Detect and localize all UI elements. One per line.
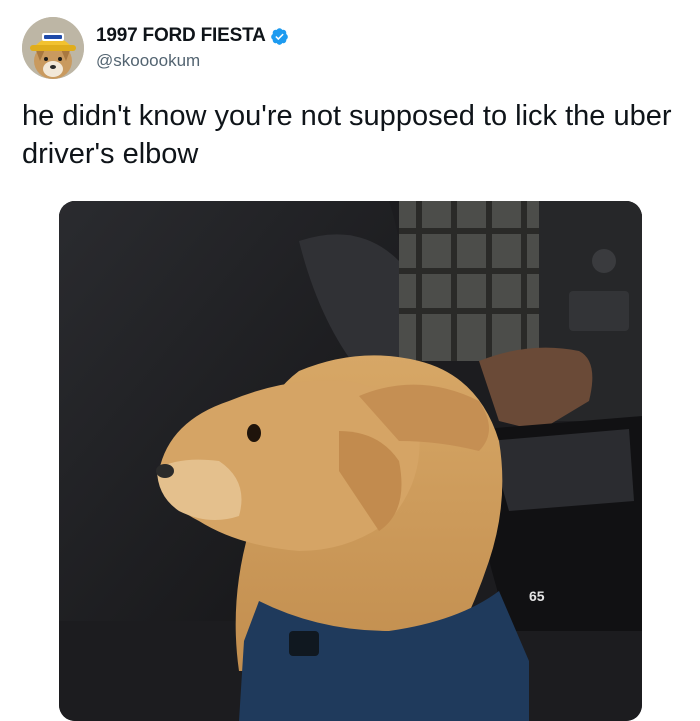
photo-overlay-text: 65 bbox=[529, 588, 545, 604]
tweet-header: 1997 FORD FIESTA @skooookum bbox=[22, 17, 289, 79]
tweet-text: he didn't know you're not supposed to li… bbox=[22, 100, 672, 170]
verified-badge-icon bbox=[270, 27, 288, 45]
display-name[interactable]: 1997 FORD FIESTA bbox=[96, 25, 266, 47]
dog-with-hat-avatar-icon bbox=[22, 17, 84, 79]
avatar[interactable] bbox=[22, 17, 84, 79]
tweet-media-photo[interactable]: 65 bbox=[59, 201, 642, 721]
author-names: 1997 FORD FIESTA @skooookum bbox=[96, 25, 289, 71]
dog-in-car-photo: 65 bbox=[59, 201, 642, 721]
user-handle[interactable]: @skooookum bbox=[96, 51, 289, 71]
display-name-row: 1997 FORD FIESTA bbox=[96, 25, 289, 47]
